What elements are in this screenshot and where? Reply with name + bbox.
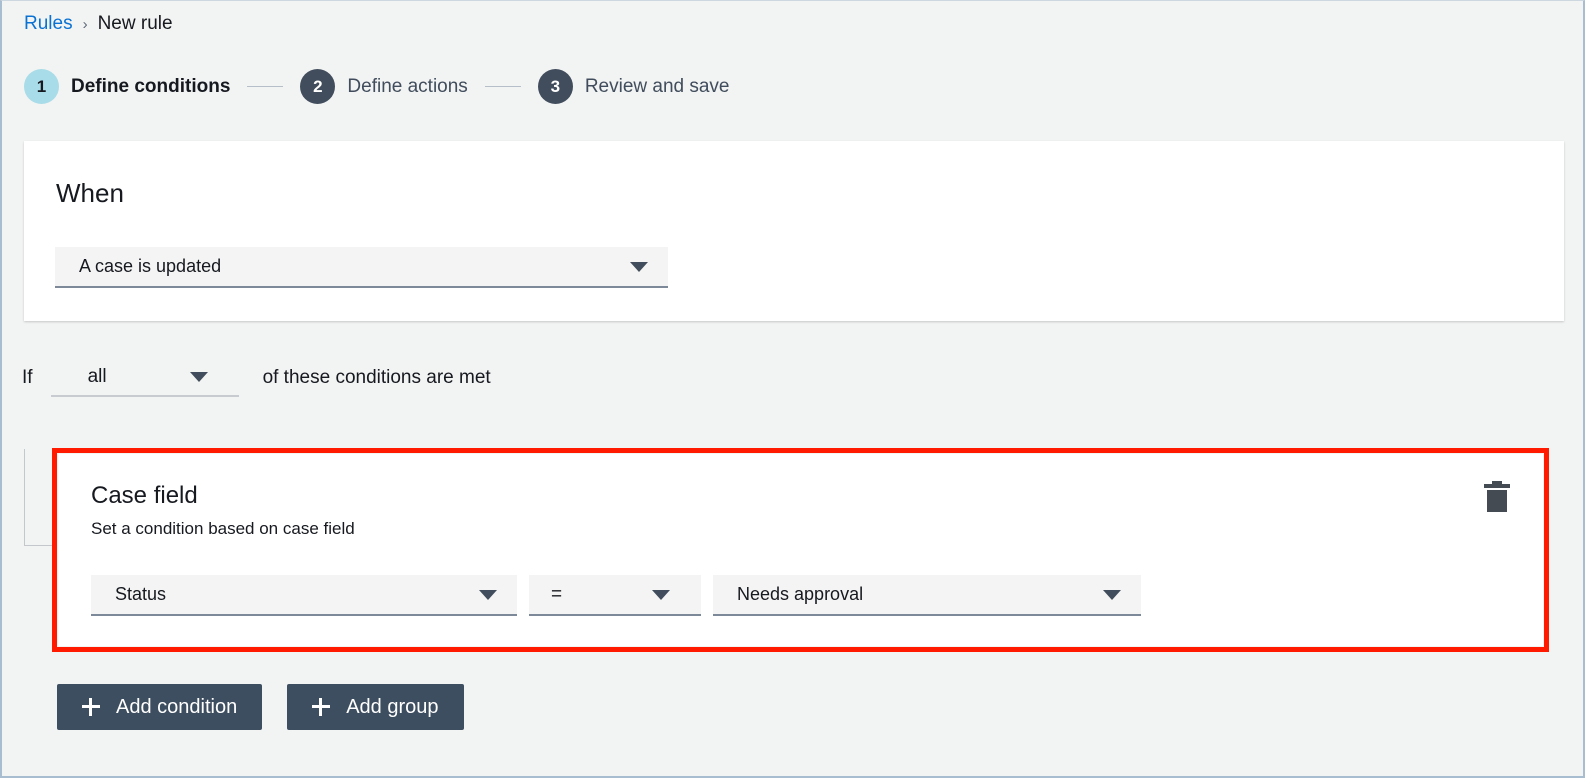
wizard-stepper: 1 Define conditions 2 Define actions 3 R…	[24, 69, 730, 104]
step-connector-2	[484, 86, 521, 87]
step-1-label: Define conditions	[71, 75, 231, 97]
step-3-number-badge: 3	[537, 69, 573, 104]
match-type-select-value: all	[87, 366, 107, 387]
step-1-number-badge: 1	[24, 69, 59, 104]
when-title: When	[56, 178, 124, 208]
if-conditions-row: If all of these conditions are met	[22, 359, 491, 397]
chevron-down-icon	[630, 261, 648, 272]
breadcrumb-current-new-rule: New rule	[97, 13, 173, 34]
rule-builder-page: Rules › New rule 1 Define conditions 2 D…	[0, 0, 1585, 778]
highlight-annotation	[52, 448, 1549, 652]
chevron-down-icon	[189, 372, 208, 382]
when-card: When	[24, 141, 1564, 321]
step-connector-1	[247, 86, 284, 87]
step-2-label: Define actions	[347, 75, 468, 97]
trigger-select-value: A case is updated	[79, 256, 222, 276]
add-group-button[interactable]: Add group	[287, 684, 464, 730]
plus-icon	[312, 698, 331, 716]
step-review-and-save[interactable]: 3 Review and save	[537, 69, 730, 104]
breadcrumb-separator-icon: ›	[82, 15, 88, 33]
condition-group-rail	[24, 449, 54, 546]
step-3-label: Review and save	[584, 75, 730, 97]
step-define-actions[interactable]: 2 Define actions	[300, 69, 468, 104]
if-prefix-label: If	[22, 367, 33, 388]
add-group-label: Add group	[346, 695, 439, 718]
step-2-number-badge: 2	[300, 69, 336, 104]
if-suffix-label: of these conditions are met	[262, 367, 491, 388]
breadcrumb-link-rules[interactable]: Rules	[24, 13, 73, 35]
step-define-conditions[interactable]: 1 Define conditions	[24, 69, 230, 104]
plus-icon	[82, 698, 100, 716]
add-condition-button[interactable]: Add condition	[57, 684, 263, 730]
match-type-select[interactable]: all	[50, 359, 239, 397]
condition-actions: Add condition Add group	[57, 684, 464, 730]
add-condition-label: Add condition	[116, 695, 238, 718]
trigger-select[interactable]: A case is updated	[55, 247, 668, 288]
breadcrumb: Rules › New rule	[24, 13, 173, 35]
